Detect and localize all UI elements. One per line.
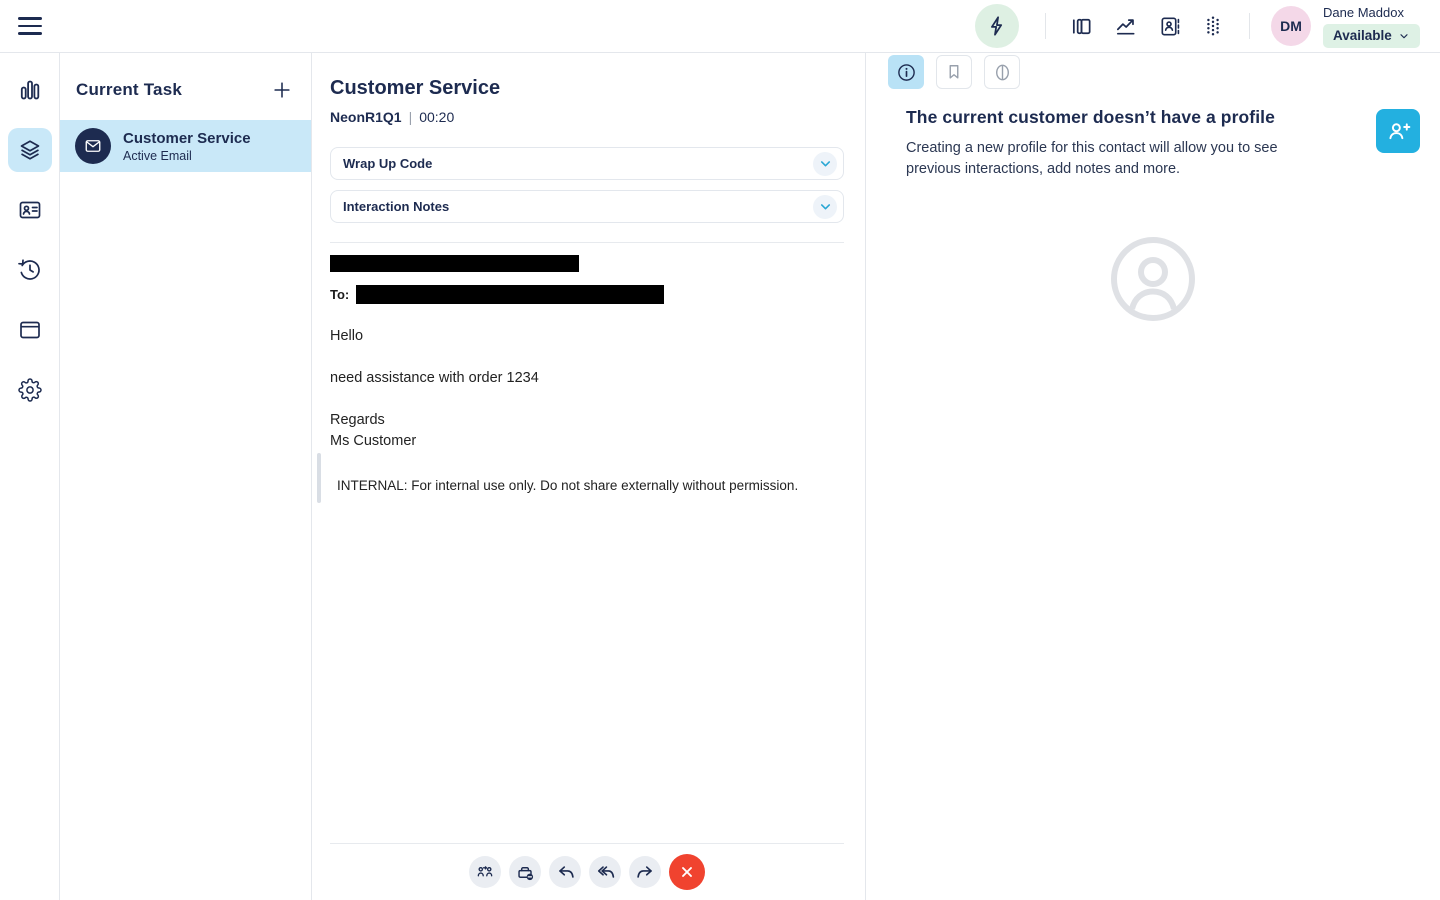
status-selector[interactable]: Available xyxy=(1323,23,1420,48)
user-name: Dane Maddox xyxy=(1323,4,1404,20)
topbar-right-cluster: DM Dane Maddox Available xyxy=(975,4,1420,48)
profile-placeholder xyxy=(1109,235,1197,323)
profile-header-row: The current customer doesn’t have a prof… xyxy=(888,107,1420,180)
person-add-icon xyxy=(1389,123,1411,140)
interaction-notes-accordion[interactable]: Interaction Notes xyxy=(330,190,844,223)
window-icon xyxy=(19,321,40,339)
email-signature: Ms Customer xyxy=(330,433,417,449)
email-task-avatar xyxy=(75,128,111,164)
email-to-row: To: xyxy=(330,285,844,304)
hamburger-menu-icon[interactable] xyxy=(18,17,42,35)
queue-name: NeonR1Q1 xyxy=(330,109,402,125)
to-label: To: xyxy=(330,287,350,302)
email-action-toolbar xyxy=(330,843,844,900)
reply-all-button[interactable] xyxy=(589,856,621,888)
park-email-icon xyxy=(517,866,533,880)
transfer-button[interactable] xyxy=(469,856,501,888)
performance-chart-icon[interactable] xyxy=(1110,11,1140,41)
nav-apps-button[interactable] xyxy=(8,308,52,352)
task-panel-title: Current Task xyxy=(76,80,183,99)
forward-icon xyxy=(636,865,652,878)
add-task-button[interactable] xyxy=(269,77,295,103)
conversation-panel: Customer Service NeonR1Q1 | 00:20 Wrap U… xyxy=(312,53,866,900)
tab-copilot[interactable] xyxy=(984,55,1020,89)
panels-icon[interactable] xyxy=(1066,11,1096,41)
nav-settings-button[interactable] xyxy=(8,368,52,412)
task-item-customer-service[interactable]: Customer Service Active Email xyxy=(60,120,311,172)
nav-interactions-button[interactable] xyxy=(7,128,52,172)
dialpad-icon[interactable] xyxy=(1198,11,1228,41)
wrap-up-code-accordion[interactable]: Wrap Up Code xyxy=(330,147,844,180)
user-block: Dane Maddox Available xyxy=(1323,5,1420,48)
interaction-notes-label: Interaction Notes xyxy=(343,199,450,214)
layers-icon xyxy=(20,140,39,160)
bar-chart-icon xyxy=(20,80,39,100)
bookmark-icon xyxy=(949,65,959,79)
email-greeting: Hello xyxy=(330,328,364,344)
gear-icon xyxy=(17,378,42,402)
profile-header-text: The current customer doesn’t have a prof… xyxy=(906,107,1330,180)
redacted-recipient-bar xyxy=(356,285,665,304)
nav-rail xyxy=(0,53,60,900)
topbar-divider xyxy=(1045,13,1046,39)
nav-analytics-button[interactable] xyxy=(8,68,52,112)
reply-all-icon xyxy=(597,865,614,878)
profile-description: Creating a new profile for this contact … xyxy=(906,140,1278,177)
email-signoff: Regards xyxy=(330,412,385,428)
wrap-up-code-label: Wrap Up Code xyxy=(343,156,433,171)
contact-card-icon xyxy=(19,201,40,219)
user-avatar[interactable]: DM xyxy=(1271,6,1311,46)
tab-info[interactable] xyxy=(888,55,924,89)
task-item-subtitle: Active Email xyxy=(123,148,192,163)
create-profile-button[interactable] xyxy=(1376,109,1420,153)
profile-tabs xyxy=(888,55,1420,89)
reply-icon xyxy=(558,865,574,878)
interaction-meta: NeonR1Q1 | 00:20 xyxy=(330,109,844,125)
history-icon xyxy=(17,259,40,280)
copilot-brain-icon xyxy=(995,64,1009,80)
plus-icon xyxy=(274,82,290,98)
reply-button[interactable] xyxy=(549,856,581,888)
topbar-icons xyxy=(1066,11,1228,41)
interaction-timer: 00:20 xyxy=(419,109,455,125)
person-circle-placeholder-icon xyxy=(1111,237,1195,321)
interaction-title: Customer Service xyxy=(330,77,501,99)
redacted-subject-bar xyxy=(330,255,579,272)
task-panel: Current Task Customer Service Active Ema… xyxy=(60,53,312,900)
email-header-divider xyxy=(330,242,844,243)
chevron-down-icon xyxy=(1400,33,1408,38)
quick-actions-button[interactable] xyxy=(975,4,1019,48)
topbar: DM Dane Maddox Available xyxy=(0,0,1440,53)
topbar-divider xyxy=(1249,13,1250,39)
transfer-icon xyxy=(477,866,493,877)
disconnect-button[interactable] xyxy=(669,854,705,890)
internal-note: INTERNAL: For internal use only. Do not … xyxy=(337,478,799,493)
tab-bookmark[interactable] xyxy=(936,55,972,89)
nav-history-button[interactable] xyxy=(8,248,52,292)
forward-button[interactable] xyxy=(629,856,661,888)
contacts-book-icon[interactable] xyxy=(1154,11,1184,41)
close-x-icon xyxy=(682,867,692,877)
status-label: Available xyxy=(1333,28,1392,43)
email-body-line: need assistance with order 1234 xyxy=(330,370,539,386)
meta-separator: | xyxy=(408,109,413,125)
task-item-title: Customer Service xyxy=(123,129,251,147)
chevron-down-icon xyxy=(813,151,837,176)
park-email-button[interactable] xyxy=(509,856,541,888)
profile-panel: The current customer doesn’t have a prof… xyxy=(866,53,1440,900)
lightning-icon xyxy=(990,16,1003,36)
task-panel-header: Current Task xyxy=(60,53,311,103)
info-icon xyxy=(897,63,915,81)
panel-resize-handle-left[interactable] xyxy=(317,453,321,503)
main-area: Current Task Customer Service Active Ema… xyxy=(0,53,1440,900)
nav-contacts-button[interactable] xyxy=(8,188,52,232)
chevron-down-icon xyxy=(813,194,837,219)
task-item-text: Customer Service Active Email xyxy=(123,130,251,163)
profile-heading: The current customer doesn’t have a prof… xyxy=(906,107,1275,127)
app-root: DM Dane Maddox Available Current Task Cu… xyxy=(0,0,1440,900)
envelope-icon xyxy=(85,140,101,152)
